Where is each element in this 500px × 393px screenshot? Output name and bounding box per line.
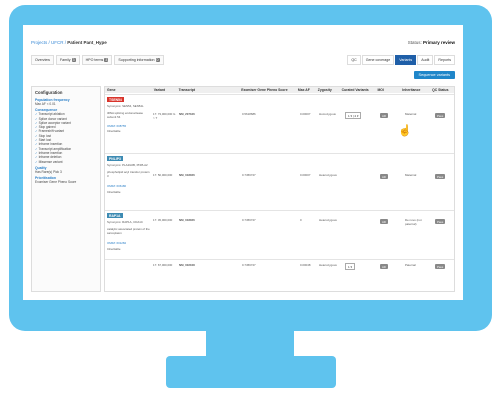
moi-badge: AD [380,219,388,224]
tab-audit[interactable]: Audit [417,55,434,65]
hgnc-info: Inheritable [107,247,121,251]
max-af: 0.00048 [300,263,311,267]
qc-status-badge[interactable]: Pass [435,113,446,118]
tab-hpo-terms[interactable]: HPO terms 3 [81,55,113,65]
tab-bar: Overview Family 3 HPO terms 3 Supporting i… [31,55,164,65]
transcript-id[interactable]: NM_018026 [179,173,195,178]
curated-select[interactable]: 1 ▾ [345,263,356,270]
filter-prioritisation[interactable]: Exomiser Gene Pheno Score [35,180,97,184]
transcript-id[interactable]: NM_002048 [179,263,195,268]
col-zygosity[interactable]: Zygosity [316,88,340,92]
tab-gene-coverage[interactable]: Gene coverage [361,55,395,65]
zygosity: Heterozygous [319,173,337,177]
curated-select[interactable]: 1 ▾ | 2 ▾ [345,112,362,119]
inheritance: De novo (not paternal) [405,218,422,226]
hgnc-info: Inheritable [107,190,121,194]
col-curated[interactable]: Curated Variants [340,88,376,92]
max-af: 0 [300,218,302,222]
gene-info: catalytic associated protein of the sarc… [107,227,150,235]
variant-position: 17: 50,000,000 [153,173,173,177]
omim-link[interactable]: OMIM: 606180 [107,184,126,189]
col-maxaf[interactable]: Max AF [296,88,316,92]
col-score[interactable]: Exomiser Gene Pheno Score [239,88,296,92]
table-row[interactable]: PNLIP3 Synonyms: PLA2G6B, PNPLA2 phospho… [105,153,454,209]
status-value: Primary review [422,40,455,45]
variant-position: 17: 45,000,000 [153,218,173,222]
sidebar-title: Configuration [35,90,63,95]
breadcrumb-project[interactable]: UFCR [51,40,64,45]
right-tab-bar: QC Gene coverage Variants Audit Reports [347,55,455,65]
qc-status-badge[interactable]: Pass [435,264,446,269]
transcript-id[interactable]: NM_018026 [179,218,195,223]
screen: Projects / UFCR / Patient Pant_Hype Stat… [23,25,463,300]
col-variant[interactable]: Variant [152,88,177,92]
inheritance: Paternal [405,263,416,267]
inheritance: Maternal [405,112,417,116]
variant-position: 17: 67,000,000 [153,263,173,267]
zygosity: Heterozygous [319,263,337,267]
gene-synonyms: Synonyms: SEN54, SEN54L [107,104,144,108]
qc-status-badge[interactable]: Pass [435,174,446,179]
tab-family-count: 3 [71,58,76,62]
table-row[interactable]: TSEN54 Synonyms: SEN54, SEN54L tRNA spli… [105,94,454,152]
table-header: Gene Variant Transcript Exomiser Gene Ph… [105,87,454,93]
col-gene[interactable]: Gene [105,88,152,92]
tab-reports[interactable]: Reports [434,55,455,65]
exomiser-score: 0.7456727 [242,173,256,177]
gene-badge[interactable]: TSEN54 [107,97,124,102]
filter-item[interactable]: Missense variant [35,160,97,164]
tab-hpo-count: 3 [104,58,109,62]
breadcrumb-current: Patient Pant_Hype [67,40,107,45]
sequence-variants-button[interactable]: Sequence variants [413,71,455,79]
moi-badge: AR [380,113,388,118]
tab-qc[interactable]: QC [347,55,361,65]
moi-badge: AD [380,174,388,179]
tab-overview[interactable]: Overview [31,55,54,65]
exomiser-score: 0.7456727 [242,263,256,267]
variants-table: Gene Variant Transcript Exomiser Gene Ph… [104,86,455,292]
gene-synonyms: Synonyms: RAP1A, CDA1C [107,220,143,224]
variant-position: 17: 73,000,000 G > T [153,112,176,120]
gene-badge[interactable]: PNLIP3 [107,156,123,161]
qc-status-badge[interactable]: Pass [435,219,446,224]
tab-family[interactable]: Family 3 [55,55,80,65]
filter-max-af[interactable]: Max AF < 0.01 [35,102,97,106]
tab-supporting-label: Supporting information [118,58,155,62]
inheritance: Maternal [405,173,417,177]
gene-info: tRNA splicing endonuclease subunit 54 [107,111,143,119]
exomiser-score: 0.7456727 [242,218,256,222]
hand-cursor-icon: ☝ [398,125,412,137]
tab-variants[interactable]: Variants [395,55,417,65]
gene-synonyms: Synonyms: PLA2G6B, PNPLA2 [107,163,148,167]
table-row[interactable]: RAP1A Synonyms: RAP1A, CDA1C catalytic a… [105,210,454,258]
max-af: 0.00007 [300,112,311,116]
col-qc[interactable]: QC Status [430,88,454,92]
tab-hpo-label: HPO terms [85,58,104,62]
breadcrumb-projects[interactable]: Projects [31,40,47,45]
tab-supporting-count: 0 [155,58,160,62]
moi-badge: AD [380,264,388,269]
zygosity: Homozygous [319,112,336,116]
zygosity: Heterozygous [319,218,337,222]
filter-quality[interactable]: Has Rare(s) Pick 3 [35,170,97,174]
table-row[interactable]: 17: 67,000,000 NM_002048 0.7456727 0.000… [105,259,454,293]
status-label: Status: [407,40,422,45]
col-transcript[interactable]: Transcript [177,88,240,92]
gene-info: phospholipid acyl transfer protein 3 [107,170,150,178]
tab-family-label: Family [59,58,71,62]
col-moi[interactable]: MOI [375,88,400,92]
tab-supporting-info[interactable]: Supporting information 0 [114,55,164,65]
max-af: 0.00007 [300,173,311,177]
exomiser-score: 0.5618686 [242,112,256,116]
omim-link[interactable]: OMIM: 601282 [107,241,126,246]
monitor-base [166,356,336,388]
configuration-sidebar: Configuration Population frequency Max A… [31,86,101,292]
tab-overview-label: Overview [35,58,50,62]
status: Status: Primary review [408,40,455,45]
gene-badge[interactable]: RAP1A [107,213,123,218]
transcript-id[interactable]: NM_207346 [179,112,195,117]
breadcrumb: Projects / UFCR / Patient Pant_Hype [31,40,107,45]
hgnc-info: Inheritable [107,129,121,133]
col-inheritance[interactable]: Inheritance [400,88,430,92]
